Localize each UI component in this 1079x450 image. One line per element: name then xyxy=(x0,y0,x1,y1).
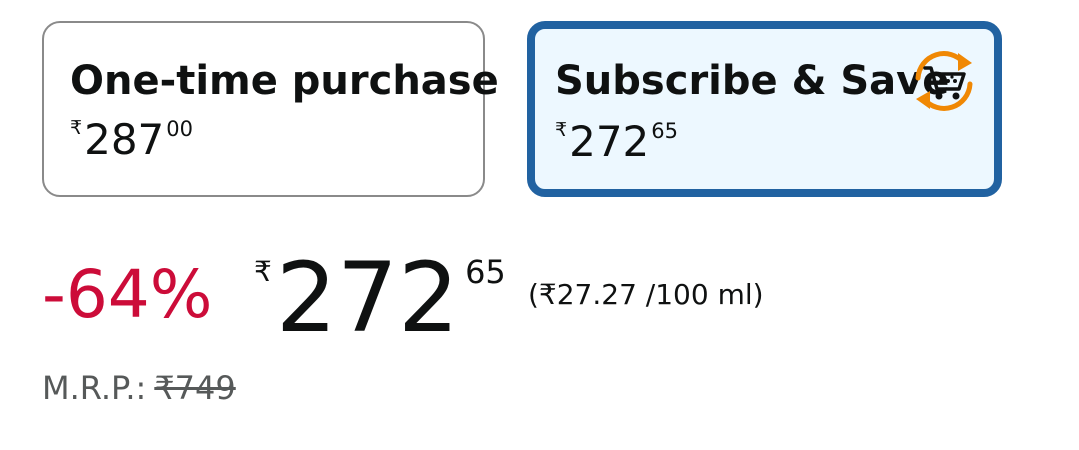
currency-symbol: ₹ xyxy=(555,119,568,141)
price-whole: 272 xyxy=(275,242,460,354)
currency-symbol: ₹ xyxy=(254,255,272,288)
discount-percentage: -64% xyxy=(42,256,213,333)
subscribe-cart-icon xyxy=(915,51,973,111)
one-time-purchase-price: ₹28700 xyxy=(70,119,193,161)
subscribe-and-save-title: Subscribe & Save xyxy=(555,58,950,104)
price-whole: 287 xyxy=(84,115,165,164)
currency-symbol: ₹ xyxy=(70,117,83,139)
current-price: ₹272 65 xyxy=(254,250,506,346)
price-whole: 272 xyxy=(569,117,650,166)
unit-price: (₹27.27 /100 ml) xyxy=(528,278,764,311)
price-fraction: 65 xyxy=(465,253,506,291)
price-fraction: 00 xyxy=(166,117,193,141)
one-time-purchase-option[interactable]: One-time purchase ₹28700 xyxy=(42,21,499,197)
mrp-label: M.R.P.: xyxy=(42,369,147,407)
mrp-row: M.R.P.: ₹749 xyxy=(42,372,236,404)
subscribe-and-save-option[interactable]: Subscribe & Save ₹27265 xyxy=(527,21,1002,197)
mrp-value: ₹749 xyxy=(154,369,236,407)
price-fraction: 65 xyxy=(651,119,678,143)
subscribe-and-save-price: ₹27265 xyxy=(555,121,678,163)
one-time-purchase-title: One-time purchase xyxy=(70,58,499,104)
